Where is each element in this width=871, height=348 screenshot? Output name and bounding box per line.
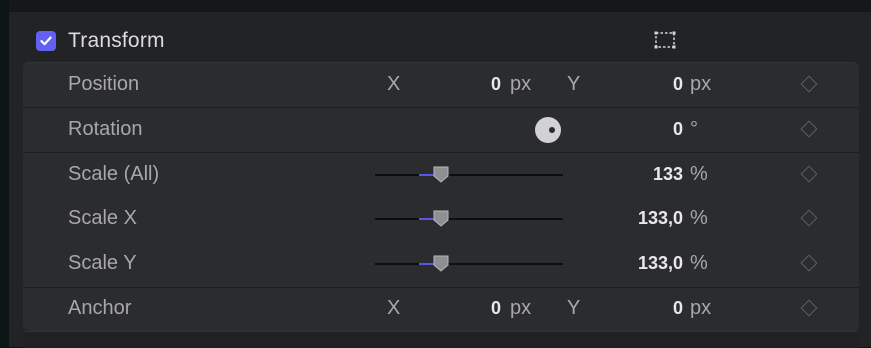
row-scale-y: Scale Y 133,0 % xyxy=(23,242,859,286)
scale-x-value[interactable]: 133,0 xyxy=(615,208,683,229)
scale-x-unit: % xyxy=(690,207,708,229)
scale-y-value[interactable]: 133,0 xyxy=(615,253,683,274)
scale-all-value[interactable]: 133 xyxy=(615,164,683,185)
rotation-keyframe-icon[interactable] xyxy=(800,120,818,138)
dial-indicator xyxy=(549,127,555,133)
anchor-x-label: X xyxy=(387,297,401,319)
scale-all-slider[interactable] xyxy=(375,166,563,183)
transform-header: Transform xyxy=(22,24,868,60)
left-edge xyxy=(0,0,9,347)
anchor-y-unit: px xyxy=(690,297,712,319)
position-label: Position xyxy=(68,73,140,95)
position-y-unit: px xyxy=(690,73,712,95)
onscreen-controls-icon[interactable] xyxy=(654,30,676,50)
anchor-x-value[interactable]: 0 xyxy=(453,298,501,319)
row-scale-x: Scale X 133,0 % xyxy=(23,197,859,241)
scale-y-label: Scale Y xyxy=(68,252,137,274)
transform-parameters: Position X 0 px Y 0 px Rotation 0 ° Scal… xyxy=(23,62,859,331)
scale-y-keyframe-icon[interactable] xyxy=(800,254,818,272)
scale-x-keyframe-icon[interactable] xyxy=(800,209,818,227)
scale-y-unit: % xyxy=(690,252,708,274)
slider-knob-icon[interactable] xyxy=(433,255,449,272)
anchor-keyframe-icon[interactable] xyxy=(800,299,818,317)
top-shadow xyxy=(9,0,871,12)
scale-x-label: Scale X xyxy=(68,207,137,229)
position-y-label: Y xyxy=(567,73,581,95)
anchor-label: Anchor xyxy=(68,297,132,319)
scale-y-slider[interactable] xyxy=(375,255,563,272)
position-x-unit: px xyxy=(510,73,532,95)
transform-enable-checkbox[interactable] xyxy=(36,31,56,51)
checkmark-icon xyxy=(40,36,52,46)
position-x-value[interactable]: 0 xyxy=(453,74,501,95)
row-position: Position X 0 px Y 0 px xyxy=(23,63,859,107)
scale-all-label: Scale (All) xyxy=(68,163,160,185)
anchor-x-unit: px xyxy=(510,297,532,319)
row-anchor: Anchor X 0 px Y 0 px xyxy=(23,287,859,331)
next-section-edge xyxy=(23,331,859,348)
row-scale-all: Scale (All) 133 % xyxy=(23,153,859,197)
slider-knob-icon[interactable] xyxy=(433,210,449,227)
slider-knob-icon[interactable] xyxy=(433,166,449,183)
position-y-value[interactable]: 0 xyxy=(615,74,683,95)
anchor-y-label: Y xyxy=(567,297,581,319)
scale-x-slider[interactable] xyxy=(375,210,563,227)
anchor-y-value[interactable]: 0 xyxy=(615,298,683,319)
rotation-value[interactable]: 0 xyxy=(615,119,683,140)
position-keyframe-icon[interactable] xyxy=(800,75,818,93)
section-title: Transform xyxy=(68,29,165,52)
scale-all-keyframe-icon[interactable] xyxy=(800,165,818,183)
position-x-label: X xyxy=(387,73,401,95)
scale-all-unit: % xyxy=(690,163,708,185)
rotation-unit: ° xyxy=(690,118,698,140)
rotation-dial-icon[interactable] xyxy=(535,117,561,143)
row-rotation: Rotation 0 ° xyxy=(23,108,859,152)
rotation-label: Rotation xyxy=(68,118,143,140)
